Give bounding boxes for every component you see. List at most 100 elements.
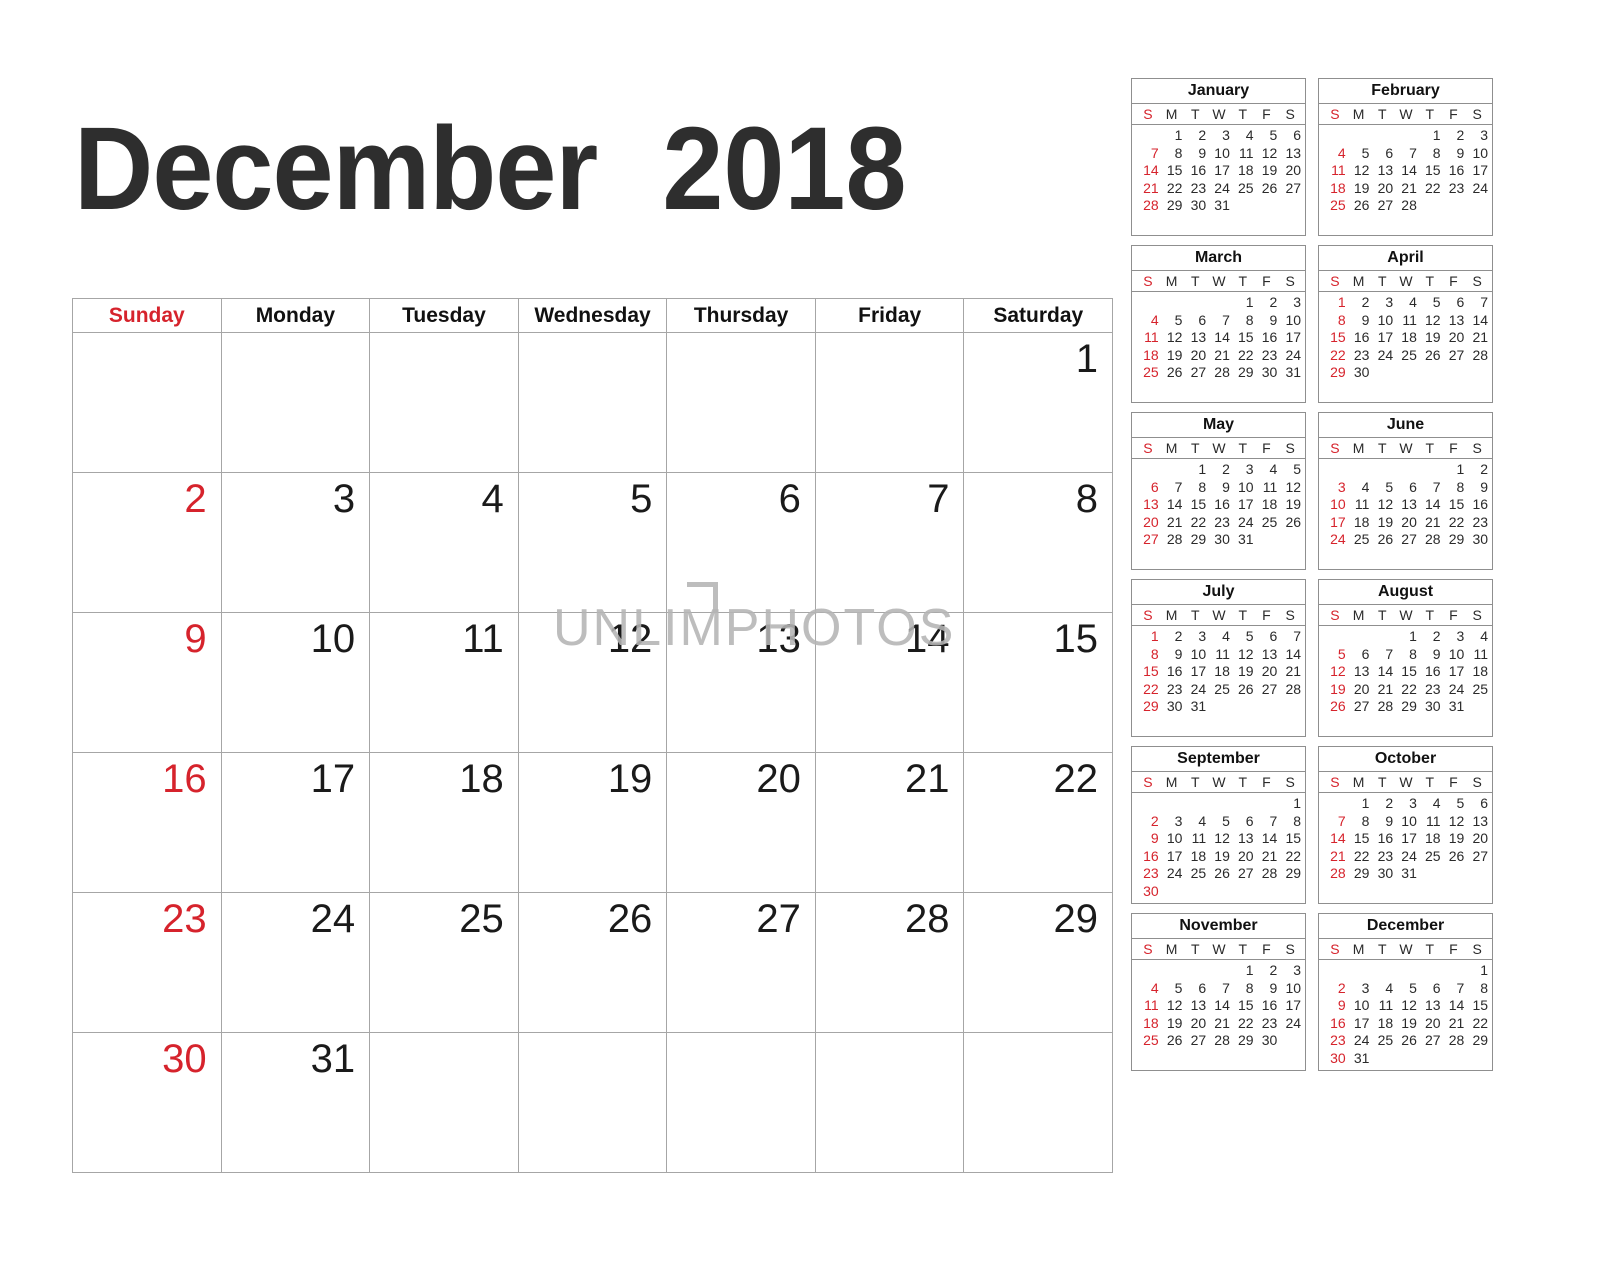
mini-day-3[interactable]: 3 <box>1207 127 1231 145</box>
mini-day-13[interactable]: 13 <box>1347 663 1371 681</box>
day-cell-13[interactable]: 13 <box>667 613 816 753</box>
mini-day-31[interactable]: 31 <box>1347 1050 1371 1068</box>
mini-day-14[interactable]: 14 <box>1207 997 1231 1015</box>
mini-day-23[interactable]: 23 <box>1207 514 1231 532</box>
mini-day-18[interactable]: 18 <box>1255 496 1279 514</box>
mini-day-8[interactable]: 8 <box>1278 813 1302 831</box>
mini-day-23[interactable]: 23 <box>1255 347 1279 365</box>
mini-day-24[interactable]: 24 <box>1347 1032 1371 1050</box>
mini-day-7[interactable]: 7 <box>1323 813 1347 831</box>
mini-day-13[interactable]: 13 <box>1183 997 1207 1015</box>
mini-day-20[interactable]: 20 <box>1442 329 1466 347</box>
mini-calendar-june[interactable]: June S M T W T F S 1 2 3 4 5 6 7 8 9 10 11 12 13 14 15 16 17 18 19… <box>1318 412 1493 570</box>
mini-day-17[interactable]: 17 <box>1207 162 1231 180</box>
mini-day-29[interactable]: 29 <box>1160 197 1184 215</box>
mini-day-22[interactable]: 22 <box>1442 514 1466 532</box>
day-cell-30[interactable]: 30 <box>73 1033 222 1173</box>
day-cell-7[interactable]: 7 <box>815 473 965 613</box>
mini-day-10[interactable]: 10 <box>1323 496 1347 514</box>
mini-day-18[interactable]: 18 <box>1347 514 1371 532</box>
mini-day-27[interactable]: 27 <box>1136 531 1160 549</box>
mini-day-13[interactable]: 13 <box>1255 646 1279 664</box>
mini-day-1[interactable]: 1 <box>1136 628 1160 646</box>
day-cell-3[interactable]: 3 <box>221 473 371 613</box>
mini-day-14[interactable]: 14 <box>1418 496 1442 514</box>
mini-day-30[interactable]: 30 <box>1207 531 1231 549</box>
mini-day-3[interactable]: 3 <box>1465 127 1489 145</box>
mini-day-29[interactable]: 29 <box>1231 1032 1255 1050</box>
mini-day-6[interactable]: 6 <box>1442 294 1466 312</box>
mini-day-27[interactable]: 27 <box>1255 681 1279 699</box>
mini-day-22[interactable]: 22 <box>1347 848 1371 866</box>
mini-day-7[interactable]: 7 <box>1278 628 1302 646</box>
mini-day-18[interactable]: 18 <box>1183 848 1207 866</box>
mini-day-19[interactable]: 19 <box>1442 830 1466 848</box>
mini-day-7[interactable]: 7 <box>1418 479 1442 497</box>
mini-day-30[interactable]: 30 <box>1465 531 1489 549</box>
mini-day-4[interactable]: 4 <box>1394 294 1418 312</box>
day-cell-27[interactable]: 27 <box>667 893 816 1033</box>
mini-day-17[interactable]: 17 <box>1465 162 1489 180</box>
mini-day-10[interactable]: 10 <box>1278 312 1302 330</box>
mini-day-28[interactable]: 28 <box>1255 865 1279 883</box>
mini-day-26[interactable]: 26 <box>1347 197 1371 215</box>
mini-day-15[interactable]: 15 <box>1231 997 1255 1015</box>
mini-day-11[interactable]: 11 <box>1207 646 1231 664</box>
mini-day-4[interactable]: 4 <box>1465 628 1489 646</box>
mini-day-27[interactable]: 27 <box>1183 1032 1207 1050</box>
mini-calendar-may[interactable]: May S M T W T F S 1 2 3 4 5 6 7 8 9 10 11 12 13 14 15 16 17 18 19 2… <box>1131 412 1306 570</box>
mini-day-30[interactable]: 30 <box>1183 197 1207 215</box>
mini-day-10[interactable]: 10 <box>1183 646 1207 664</box>
mini-day-21[interactable]: 21 <box>1160 514 1184 532</box>
mini-day-19[interactable]: 19 <box>1418 329 1442 347</box>
mini-day-5[interactable]: 5 <box>1231 628 1255 646</box>
mini-day-19[interactable]: 19 <box>1231 663 1255 681</box>
mini-day-28[interactable]: 28 <box>1278 681 1302 699</box>
mini-day-8[interactable]: 8 <box>1347 813 1371 831</box>
mini-day-29[interactable]: 29 <box>1136 698 1160 716</box>
mini-day-29[interactable]: 29 <box>1465 1032 1489 1050</box>
mini-day-9[interactable]: 9 <box>1323 997 1347 1015</box>
mini-day-9[interactable]: 9 <box>1255 312 1279 330</box>
mini-day-7[interactable]: 7 <box>1136 145 1160 163</box>
mini-day-10[interactable]: 10 <box>1394 813 1418 831</box>
mini-day-28[interactable]: 28 <box>1370 698 1394 716</box>
day-cell-25[interactable]: 25 <box>370 893 519 1033</box>
mini-day-26[interactable]: 26 <box>1442 848 1466 866</box>
day-cell-empty[interactable] <box>518 333 668 473</box>
mini-day-28[interactable]: 28 <box>1160 531 1184 549</box>
mini-day-23[interactable]: 23 <box>1418 681 1442 699</box>
mini-day-20[interactable]: 20 <box>1465 830 1489 848</box>
day-cell-empty[interactable] <box>370 333 519 473</box>
mini-day-24[interactable]: 24 <box>1465 180 1489 198</box>
day-cell-empty[interactable] <box>815 333 965 473</box>
mini-day-5[interactable]: 5 <box>1160 312 1184 330</box>
mini-day-16[interactable]: 16 <box>1207 496 1231 514</box>
mini-day-1[interactable]: 1 <box>1442 461 1466 479</box>
mini-day-21[interactable]: 21 <box>1136 180 1160 198</box>
mini-day-5[interactable]: 5 <box>1394 980 1418 998</box>
mini-day-22[interactable]: 22 <box>1183 514 1207 532</box>
mini-day-24[interactable]: 24 <box>1278 347 1302 365</box>
mini-day-13[interactable]: 13 <box>1183 329 1207 347</box>
mini-day-14[interactable]: 14 <box>1442 997 1466 1015</box>
mini-day-27[interactable]: 27 <box>1394 531 1418 549</box>
mini-day-28[interactable]: 28 <box>1418 531 1442 549</box>
day-cell-9[interactable]: 9 <box>73 613 222 753</box>
mini-day-22[interactable]: 22 <box>1323 347 1347 365</box>
day-cell-20[interactable]: 20 <box>667 753 816 893</box>
mini-day-11[interactable]: 11 <box>1136 997 1160 1015</box>
mini-day-14[interactable]: 14 <box>1136 162 1160 180</box>
mini-day-16[interactable]: 16 <box>1347 329 1371 347</box>
mini-day-15[interactable]: 15 <box>1231 329 1255 347</box>
mini-day-2[interactable]: 2 <box>1418 628 1442 646</box>
mini-day-31[interactable]: 31 <box>1183 698 1207 716</box>
mini-day-6[interactable]: 6 <box>1394 479 1418 497</box>
day-cell-18[interactable]: 18 <box>370 753 519 893</box>
mini-day-25[interactable]: 25 <box>1465 681 1489 699</box>
mini-day-29[interactable]: 29 <box>1347 865 1371 883</box>
mini-day-10[interactable]: 10 <box>1278 980 1302 998</box>
mini-day-17[interactable]: 17 <box>1370 329 1394 347</box>
day-cell-29[interactable]: 29 <box>964 893 1114 1033</box>
mini-day-5[interactable]: 5 <box>1347 145 1371 163</box>
